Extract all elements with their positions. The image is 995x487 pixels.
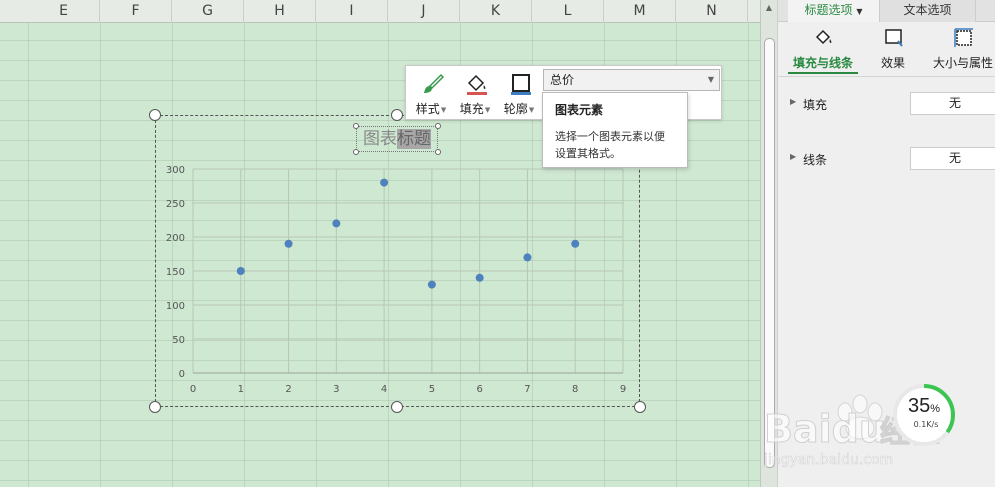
caret-down-icon: ▼	[528, 105, 535, 114]
pane-divider	[778, 76, 995, 77]
subtab-size-properties[interactable]: 大小与属性	[928, 24, 995, 74]
pane-tab-bar: 标题选项 ▼ 文本选项	[778, 0, 995, 22]
resize-handle-bottom-right[interactable]	[634, 401, 646, 413]
subtab-fill-line-label: 填充与线条	[792, 56, 853, 70]
scrollbar-thumb[interactable]	[764, 38, 775, 468]
chart-element-tooltip: 图表元素 选择一个图表元素以便设置其格式。	[542, 92, 688, 168]
caret-down-icon: ▼	[440, 105, 447, 114]
column-header-i[interactable]: I	[316, 0, 388, 23]
resize-handle-top-left[interactable]	[149, 109, 161, 121]
column-header-bar: E F G H I J K L M N	[0, 0, 760, 23]
tab-title-options-label: 标题选项	[804, 3, 853, 17]
style-button[interactable]: 样式▼	[408, 66, 454, 121]
paint-bucket-icon	[467, 74, 487, 95]
network-speed-widget[interactable]: 35% 0.1K/s	[891, 382, 957, 448]
resize-handle-bottom-left[interactable]	[149, 401, 161, 413]
scroll-up-icon[interactable]: ▲	[764, 3, 774, 13]
tab-text-options[interactable]: 文本选项	[880, 0, 976, 22]
subtab-effects-label: 效果	[880, 56, 905, 70]
title-handle-bottom-left[interactable]	[353, 149, 359, 155]
subtab-effects[interactable]: 效果	[858, 24, 928, 74]
chart-element-select[interactable]: 总价 ▼	[543, 69, 720, 91]
column-header-l[interactable]: L	[532, 0, 604, 23]
chart-element-select-value: 总价	[550, 73, 575, 87]
column-header-e[interactable]: E	[28, 0, 100, 23]
chart-title-selected-text: 标题	[397, 129, 431, 149]
size-properties-icon	[954, 28, 973, 47]
active-subtab-indicator	[788, 72, 858, 74]
column-header-h[interactable]: H	[244, 0, 316, 23]
tab-title-options[interactable]: 标题选项 ▼	[788, 0, 880, 22]
column-header-m[interactable]: M	[604, 0, 676, 23]
fill-label: 填充	[459, 102, 484, 116]
title-handle-top-right[interactable]	[435, 123, 441, 129]
paint-bucket-icon	[815, 29, 832, 45]
chart-title-text: 图表	[363, 129, 397, 149]
fill-value-select[interactable]: 无	[910, 92, 995, 115]
title-handle-bottom-right[interactable]	[435, 149, 441, 155]
chart-title[interactable]: 图表标题	[356, 126, 438, 152]
fill-section[interactable]: ▶ 填充 无	[778, 92, 995, 116]
expand-arrow-icon[interactable]: ▶	[790, 152, 796, 161]
caret-down-icon: ▼	[484, 105, 491, 114]
column-header-n[interactable]: N	[676, 0, 748, 23]
fill-button[interactable]: 填充▼	[452, 66, 498, 121]
style-label: 样式	[415, 102, 440, 116]
column-header-g[interactable]: G	[172, 0, 244, 23]
expand-arrow-icon[interactable]: ▶	[790, 97, 796, 106]
line-section-label: 线条	[803, 153, 828, 167]
progress-percent: 35%	[891, 395, 957, 418]
outline-icon	[511, 74, 531, 95]
network-speed: 0.1K/s	[913, 420, 939, 429]
progress-unit: %	[930, 403, 941, 415]
column-header-f[interactable]: F	[100, 0, 172, 23]
resize-handle-top[interactable]	[391, 109, 403, 121]
brush-icon	[424, 73, 445, 93]
column-header-k[interactable]: K	[460, 0, 532, 23]
resize-handle-bottom[interactable]	[391, 401, 403, 413]
line-value-select[interactable]: 无	[910, 147, 995, 170]
progress-value: 35	[907, 395, 931, 417]
column-header-j[interactable]: J	[388, 0, 460, 23]
vertical-scrollbar[interactable]: ▲	[760, 0, 777, 487]
line-section[interactable]: ▶ 线条 无	[778, 147, 995, 171]
subtab-fill-line[interactable]: 填充与线条	[788, 24, 858, 74]
format-task-pane: 标题选项 ▼ 文本选项 填充与线条 效果 大小与属性 ▶ 填充 无 ▶ 线条 无	[777, 0, 995, 487]
tooltip-title: 图表元素	[555, 103, 604, 117]
outline-label: 轮廓	[503, 102, 528, 116]
title-handle-top-left[interactable]	[353, 123, 359, 129]
tooltip-body: 选择一个图表元素以便设置其格式。	[555, 130, 665, 160]
subtab-size-properties-label: 大小与属性	[932, 56, 993, 70]
outline-button[interactable]: 轮廓▼	[496, 66, 542, 121]
chevron-down-icon: ▼	[707, 75, 714, 84]
fill-section-label: 填充	[803, 98, 828, 112]
caret-down-icon: ▼	[856, 7, 863, 16]
effects-icon	[885, 29, 903, 47]
